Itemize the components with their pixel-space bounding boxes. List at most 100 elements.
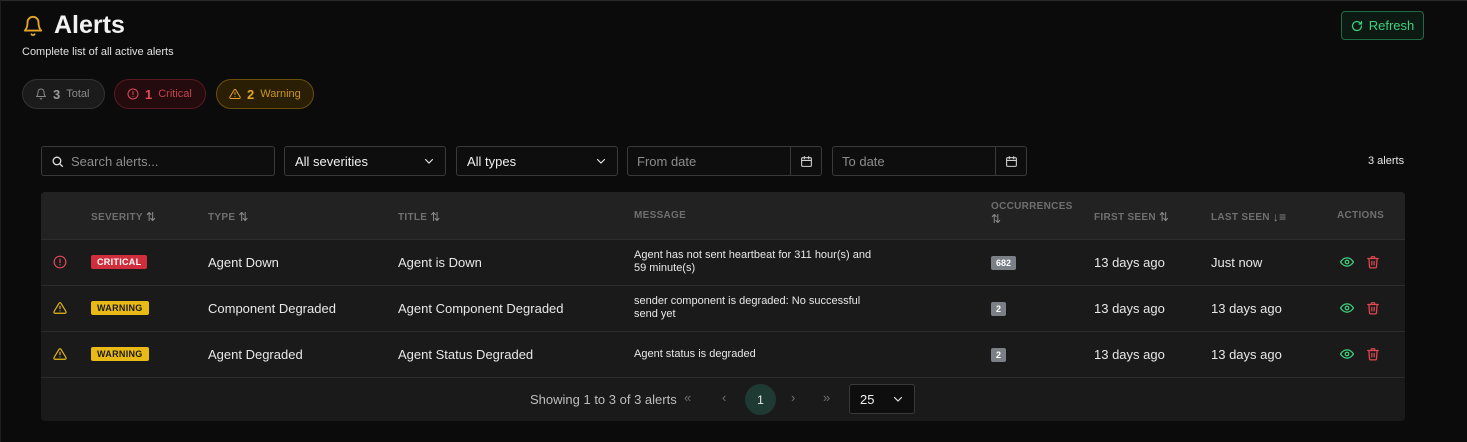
sort-icon[interactable]: ⇅ — [1159, 210, 1169, 224]
column-label: TYPE — [208, 211, 236, 223]
refresh-label: Refresh — [1368, 18, 1415, 33]
to-date-placeholder: To date — [842, 153, 885, 169]
message-cell: sender component is degraded: No success… — [634, 295, 861, 320]
chevron-down-icon — [596, 158, 606, 164]
warning-label: Warning — [260, 88, 301, 100]
column-label: MESSAGE — [634, 210, 687, 221]
severity-badge: WARNING — [91, 301, 149, 315]
total-count-badge: 3 Total — [22, 79, 105, 109]
page-size-value: 25 — [860, 391, 875, 407]
type-cell: Agent Degraded — [208, 347, 303, 362]
refresh-icon — [1351, 20, 1362, 31]
trash-icon[interactable] — [1366, 301, 1380, 315]
sort-icon[interactable]: ⇅ — [146, 210, 156, 224]
critical-label: Critical — [158, 88, 192, 100]
alerts-table: SEVERITY ⇅ TYPE ⇅ TITLE ⇅ MESSAGE OCCURR… — [41, 192, 1405, 421]
sort-icon[interactable]: ⇅ — [430, 210, 440, 224]
result-count: 3 alerts — [1368, 155, 1405, 167]
column-header-title[interactable]: TITLE ⇅ — [398, 210, 441, 224]
occurrences-badge: 2 — [991, 348, 1007, 362]
column-header-first-seen[interactable]: FIRST SEEN ⇅ — [1094, 210, 1169, 224]
column-header-occurrences[interactable]: OCCURRENCES ⇅ — [991, 201, 1073, 226]
type-cell: Agent Down — [208, 255, 279, 270]
first-page-icon[interactable]: « — [684, 390, 691, 405]
column-label: FIRST SEEN — [1094, 211, 1156, 223]
warning-triangle-icon — [53, 302, 67, 314]
column-label: ACTIONS — [1337, 210, 1385, 221]
column-header-message: MESSAGE — [634, 210, 686, 221]
from-date-input[interactable]: From date — [627, 146, 822, 176]
message-cell: Agent has not sent heartbeat for 311 hou… — [634, 249, 872, 274]
type-cell: Component Degraded — [208, 301, 336, 316]
first-seen-cell: 13 days ago — [1094, 347, 1165, 362]
severity-select-value: All severities — [295, 153, 368, 169]
alert-circle-icon — [53, 255, 67, 269]
sort-icon[interactable]: ⇅ — [991, 212, 1001, 226]
sort-icon[interactable]: ⇅ — [238, 210, 248, 224]
type-select-value: All types — [467, 153, 517, 169]
calendar-icon[interactable] — [995, 147, 1026, 175]
to-date-input[interactable]: To date — [832, 146, 1027, 176]
from-date-placeholder: From date — [637, 153, 697, 169]
severity-badge: CRITICAL — [91, 255, 148, 269]
chevron-down-icon — [424, 158, 434, 164]
table-row[interactable]: WARNING Agent Degraded Agent Status Degr… — [41, 332, 1405, 378]
page-size-select[interactable]: 25 — [849, 384, 915, 414]
bell-icon — [36, 88, 46, 100]
table-row[interactable]: CRITICAL Agent Down Agent is Down Agent … — [41, 240, 1405, 286]
last-seen-cell: Just now — [1211, 255, 1263, 270]
pagination-summary: Showing 1 to 3 of 3 alerts — [530, 392, 677, 407]
sort-desc-icon[interactable]: ↓≡ — [1273, 210, 1287, 224]
column-label: OCCURRENCES — [991, 201, 1073, 212]
title-cell: Agent is Down — [398, 255, 482, 270]
total-count: 3 — [53, 86, 61, 102]
trash-icon[interactable] — [1366, 255, 1380, 269]
total-label: Total — [66, 88, 90, 100]
occurrences-badge: 682 — [991, 256, 1017, 270]
page-button-current[interactable]: 1 — [745, 384, 776, 415]
trash-icon[interactable] — [1366, 347, 1380, 361]
alert-circle-icon — [127, 88, 139, 100]
table-header: SEVERITY ⇅ TYPE ⇅ TITLE ⇅ MESSAGE OCCURR… — [41, 192, 1405, 240]
critical-count-badge: 1 Critical — [114, 79, 206, 109]
search-input[interactable]: Search alerts... — [41, 146, 275, 176]
message-cell: Agent status is degraded — [634, 348, 756, 360]
title-cell: Agent Component Degraded — [398, 301, 564, 316]
last-seen-cell: 13 days ago — [1211, 301, 1282, 316]
column-header-severity[interactable]: SEVERITY ⇅ — [91, 210, 156, 224]
last-page-icon[interactable]: » — [823, 390, 830, 405]
first-seen-cell: 13 days ago — [1094, 301, 1165, 316]
next-page-icon[interactable]: › — [791, 390, 795, 405]
search-icon — [52, 156, 64, 167]
severity-badge: WARNING — [91, 347, 149, 361]
column-label: SEVERITY — [91, 211, 143, 223]
critical-count: 1 — [145, 86, 153, 102]
eye-icon[interactable] — [1340, 255, 1354, 269]
first-seen-cell: 13 days ago — [1094, 255, 1165, 270]
calendar-icon[interactable] — [790, 147, 821, 175]
occurrences-badge: 2 — [991, 302, 1007, 316]
page-subtitle: Complete list of all active alerts — [22, 46, 174, 58]
eye-icon[interactable] — [1340, 301, 1354, 315]
column-label: LAST SEEN — [1211, 211, 1270, 223]
page-title: Alerts — [54, 11, 125, 39]
column-header-last-seen[interactable]: LAST SEEN ↓≡ — [1211, 210, 1286, 224]
eye-icon[interactable] — [1340, 347, 1354, 361]
column-label: TITLE — [398, 211, 428, 223]
warning-triangle-icon — [229, 88, 241, 99]
last-seen-cell: 13 days ago — [1211, 347, 1282, 362]
warning-triangle-icon — [53, 348, 67, 360]
refresh-button[interactable]: Refresh — [1341, 11, 1424, 40]
warning-count: 2 — [247, 86, 255, 102]
prev-page-icon[interactable]: ‹ — [722, 390, 726, 405]
chevron-down-icon — [893, 396, 903, 402]
column-header-type[interactable]: TYPE ⇅ — [208, 210, 249, 224]
column-header-actions: ACTIONS — [1337, 210, 1384, 221]
title-cell: Agent Status Degraded — [398, 347, 534, 362]
table-row[interactable]: WARNING Component Degraded Agent Compone… — [41, 286, 1405, 332]
severity-select[interactable]: All severities — [284, 146, 446, 176]
warning-count-badge: 2 Warning — [216, 79, 314, 109]
search-placeholder: Search alerts... — [71, 153, 159, 169]
type-select[interactable]: All types — [456, 146, 618, 176]
bell-icon — [23, 16, 43, 37]
